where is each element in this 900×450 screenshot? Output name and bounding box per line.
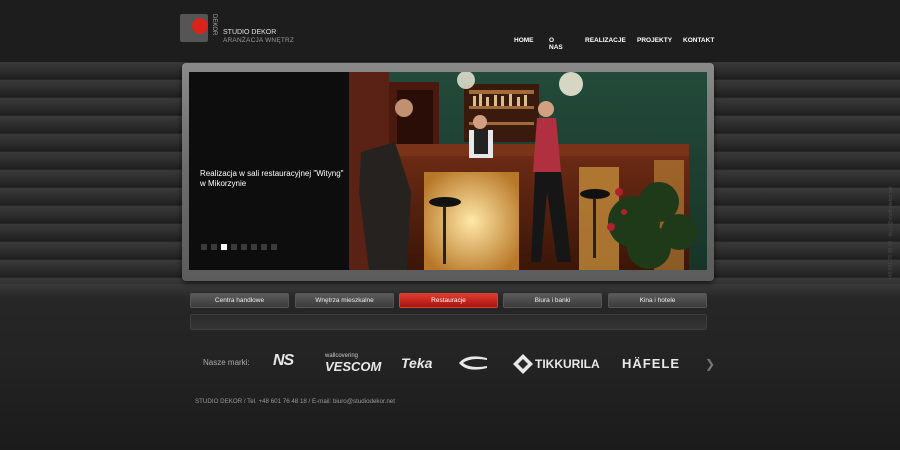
logo-vertical-text: DEKOR <box>211 14 217 36</box>
tab-centra-handlowe[interactable]: Centra handlowe <box>190 293 289 308</box>
slider-dot[interactable] <box>271 244 277 250</box>
tab-wnetrza-mieszkalne[interactable]: Wnętrza mieszkalne <box>295 293 394 308</box>
brand-tagline: ARANŻACJA WNĘTRZ <box>223 37 295 44</box>
header-background <box>0 0 900 62</box>
slide-photo[interactable] <box>349 72 707 270</box>
slider-dot[interactable] <box>251 244 257 250</box>
slide-caption: Realizacja w sali restauracyjnej "Wityng… <box>200 169 344 188</box>
tab-biura-i-banki[interactable]: Biura i banki <box>503 293 602 308</box>
slider-pagination <box>201 244 281 250</box>
slider-dot[interactable] <box>201 244 207 250</box>
slider-dot[interactable] <box>211 244 217 250</box>
logo[interactable]: DEKOR <box>180 14 218 44</box>
tab-content-bar <box>190 314 707 330</box>
brand-curved-logo[interactable] <box>457 355 489 371</box>
brand-tikkurila[interactable]: TIKKURILA <box>513 354 600 374</box>
brand-vescom-logo[interactable]: VESCOM <box>325 359 381 374</box>
logo-red-circle <box>192 18 208 34</box>
brands-label: Nasze marki: <box>203 358 250 367</box>
chevron-right-icon[interactable]: ❯ <box>705 357 715 371</box>
brand-name: STUDIO DEKOR <box>223 29 277 36</box>
brand-hafele-logo[interactable]: HÄFELE <box>622 356 680 371</box>
slider-dot[interactable] <box>261 244 267 250</box>
footer-contact: STUDIO DEKOR / Tel. +48 601 76 48 18 / E… <box>195 398 395 405</box>
curved-logo-icon <box>459 356 487 370</box>
slider-dot[interactable] <box>241 244 247 250</box>
brand-ns-logo[interactable]: NS <box>273 352 294 370</box>
brand-tikkurila-logo: TIKKURILA <box>535 357 600 371</box>
tikkurila-diamond-icon <box>513 354 533 374</box>
nav-home[interactable]: HOME <box>514 37 534 44</box>
slider-dot[interactable] <box>221 244 227 250</box>
nav-kontakt[interactable]: KONTAKT <box>683 37 714 44</box>
tab-kina-i-hotele[interactable]: Kina i hotele <box>608 293 707 308</box>
restaurant-bar-image <box>349 72 707 270</box>
category-tabs: Centra handlowe Wnętrza mieszkalne Resta… <box>190 293 707 309</box>
brand-teka-logo[interactable]: Teka <box>401 355 432 371</box>
nav-realizacje[interactable]: REALIZACJE <box>585 37 626 44</box>
side-vertical-text: +48 601 76 48 18 · biuro@studiodekor.net <box>888 186 894 280</box>
nav-projekty[interactable]: PROJEKTY <box>637 37 672 44</box>
slider-dot[interactable] <box>231 244 237 250</box>
nav-o-nas[interactable]: O NAS <box>549 37 563 51</box>
tab-restauracje[interactable]: Restauracje <box>399 293 498 308</box>
